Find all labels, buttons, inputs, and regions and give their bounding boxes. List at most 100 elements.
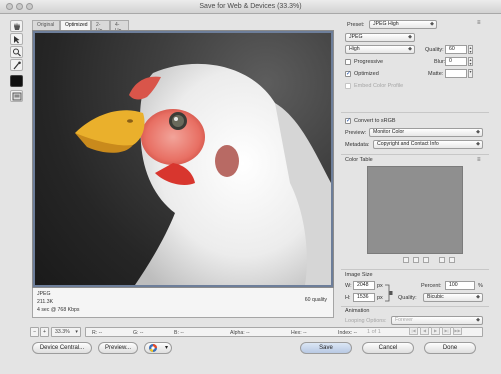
r-readout: R: -- — [92, 330, 103, 336]
optimized-checkbox[interactable]: ✓ — [345, 71, 351, 77]
chevron-down-icon: ◆ — [476, 317, 480, 323]
zoom-tool-icon[interactable] — [10, 46, 23, 58]
resample-quality-label: Quality: — [398, 295, 417, 301]
divider — [341, 269, 489, 270]
quality-stepper[interactable]: ▴ ▾ — [468, 45, 473, 54]
height-unit: px — [377, 295, 383, 301]
tab-original[interactable]: Original — [32, 20, 60, 30]
progressive-checkbox[interactable] — [345, 59, 351, 65]
frame-counter: 1 of 1 — [367, 329, 381, 335]
window-title: Save for Web & Devices (33.3%) — [199, 3, 302, 10]
matte-label: Matte: — [428, 71, 444, 77]
image-size-title: Image Size — [345, 272, 373, 278]
last-frame-icon[interactable]: ▶▶ — [453, 327, 462, 335]
percent-unit: % — [478, 283, 483, 289]
chevron-down-icon: ◆ — [408, 46, 412, 52]
percent-field[interactable]: 100 — [445, 281, 475, 290]
quality-label: Quality: — [425, 47, 444, 53]
metadata-label: Metadata: — [345, 142, 370, 148]
matte-field[interactable] — [445, 69, 467, 78]
constrain-proportions-icon[interactable] — [385, 283, 393, 303]
panel-menu-icon[interactable]: ≡ — [477, 20, 484, 27]
map-color-icon[interactable] — [403, 257, 409, 263]
divider — [341, 112, 489, 113]
looping-options-select[interactable]: Forever ◆ — [391, 316, 483, 325]
chevron-down-icon: ◆ — [430, 21, 434, 27]
color-table-title: Color Table — [345, 157, 373, 163]
preview-image[interactable] — [35, 33, 331, 285]
percent-label: Percent: — [421, 283, 442, 289]
alpha-readout: Alpha: -- — [230, 330, 250, 336]
zoom-level-select[interactable]: 33.3% ▾ — [51, 327, 81, 337]
zoom-in-button[interactable]: + — [40, 327, 49, 337]
play-icon[interactable]: ▶ — [431, 327, 440, 335]
hand-tool-icon[interactable] — [10, 20, 23, 32]
done-button[interactable]: Done — [424, 342, 476, 354]
first-frame-icon[interactable]: |◀ — [409, 327, 418, 335]
width-unit: px — [377, 283, 383, 289]
resample-quality-select[interactable]: Bicubic ◆ — [423, 293, 483, 302]
next-frame-icon[interactable]: ▶| — [442, 327, 451, 335]
quality-note-text: 60 quality — [304, 297, 327, 303]
metadata-value: Copyright and Contact Info — [377, 141, 439, 147]
eyedropper-tool-icon[interactable] — [10, 59, 23, 71]
chicken-photo — [75, 63, 331, 285]
title-bar: Save for Web & Devices (33.3%) — [0, 0, 501, 14]
file-size-text: 211.3K — [37, 299, 54, 305]
browser-icon — [149, 344, 157, 352]
blur-field[interactable]: 0 — [445, 57, 467, 66]
looping-options-value: Forever — [395, 317, 413, 323]
blur-stepper[interactable]: ▴ ▾ — [468, 57, 473, 66]
index-readout: Index: -- — [338, 330, 358, 336]
zoom-out-button[interactable]: − — [30, 327, 39, 337]
color-table-menu-icon[interactable]: ≡ — [477, 157, 481, 163]
preset-select[interactable]: JPEG High ◆ — [369, 20, 437, 29]
preview-button[interactable]: Preview... — [98, 342, 138, 354]
preview-label: Preview: — [345, 130, 367, 136]
file-format-select[interactable]: JPEG ◆ — [345, 33, 415, 42]
compression-quality-select[interactable]: High ◆ — [345, 45, 415, 54]
convert-srgb-label: Convert to sRGB — [354, 118, 396, 124]
device-central-button[interactable]: Device Central... — [32, 342, 92, 354]
embed-color-profile-checkbox[interactable] — [345, 83, 351, 89]
save-for-web-dialog: Save for Web & Devices (33.3%) Original … — [0, 0, 501, 374]
color-table-swatches[interactable] — [367, 166, 463, 254]
zoom-level-value: 33.3% — [55, 329, 70, 335]
browser-select[interactable]: ▾ — [144, 342, 172, 354]
resample-quality-value: Bicubic — [427, 294, 444, 300]
delete-color-icon[interactable] — [449, 257, 455, 263]
format-value: JPEG — [349, 34, 363, 40]
browser-caret-icon: ▾ — [164, 345, 168, 351]
quality-field[interactable]: 60 — [445, 45, 467, 54]
b-readout: B: -- — [174, 330, 184, 336]
slice-select-tool-icon[interactable] — [10, 33, 23, 45]
height-field[interactable]: 1536 — [353, 293, 375, 302]
chevron-down-icon: ◆ — [476, 294, 480, 300]
save-button[interactable]: Save — [300, 342, 352, 354]
lock-color-icon[interactable] — [423, 257, 429, 263]
matte-stepper[interactable]: ▾ — [468, 69, 473, 78]
tab-optimized[interactable]: Optimized — [60, 20, 91, 30]
progressive-label: Progressive — [354, 59, 384, 65]
animation-controls: |◀ ◀ ▶ ▶| ▶▶ — [409, 327, 489, 336]
height-label: H: — [345, 295, 351, 301]
tab-4-up[interactable]: 4-Up — [110, 20, 129, 34]
chevron-down-icon: ◆ — [476, 129, 480, 135]
tab-2-up[interactable]: 2-Up — [91, 20, 110, 34]
previous-frame-icon[interactable]: ◀ — [420, 327, 429, 335]
preview-color-select[interactable]: Monitor Color ◆ — [369, 128, 483, 137]
divider — [341, 306, 489, 307]
cancel-button[interactable]: Cancel — [362, 342, 414, 354]
optimized-preview-frame — [32, 30, 334, 288]
width-field[interactable]: 2048 — [353, 281, 375, 290]
file-format-text: JPEG — [37, 291, 51, 297]
convert-srgb-checkbox[interactable]: ✓ — [345, 118, 351, 124]
looping-options-label: Looping Options: — [345, 318, 387, 324]
shift-web-icon[interactable] — [413, 257, 419, 263]
preset-label: Preset: — [347, 22, 365, 28]
new-color-icon[interactable] — [439, 257, 445, 263]
toggle-slices-icon[interactable] — [10, 90, 23, 102]
metadata-select[interactable]: Copyright and Contact Info ◆ — [373, 140, 483, 149]
embed-color-profile-label: Embed Color Profile — [354, 83, 404, 89]
eyedropper-color-swatch-icon[interactable] — [10, 75, 23, 87]
